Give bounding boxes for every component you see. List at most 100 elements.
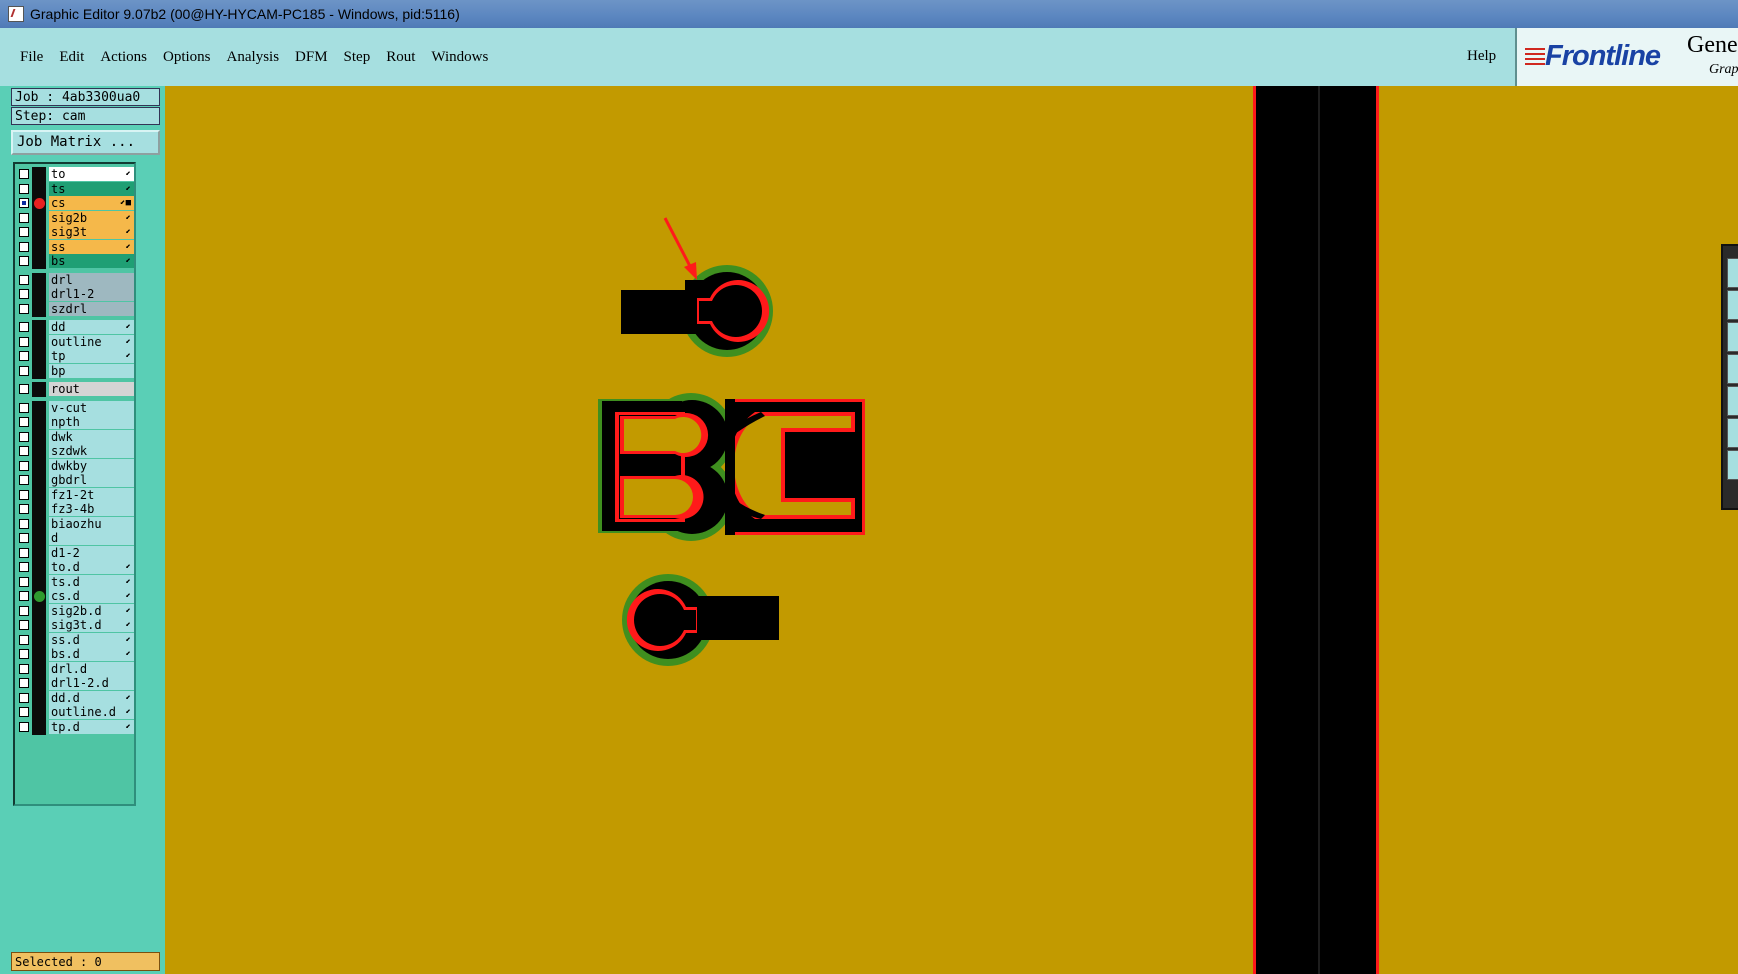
layer-color-slot[interactable] xyxy=(32,531,46,546)
layer-checkbox[interactable] xyxy=(19,649,29,659)
layer-checkbox[interactable] xyxy=(19,460,29,471)
menu-help[interactable]: Help xyxy=(1467,48,1496,65)
layer-name[interactable]: ss.d xyxy=(49,632,134,647)
layer-row-bp[interactable]: bp xyxy=(15,363,135,379)
layer-row-bs[interactable]: bs ⬋ xyxy=(15,254,135,269)
layer-name[interactable]: sig2b.d xyxy=(49,603,134,618)
layer-checkbox[interactable] xyxy=(19,576,29,587)
layer-checkbox[interactable] xyxy=(19,605,29,616)
layer-name[interactable]: to.d xyxy=(49,560,134,574)
layer-color-slot[interactable] xyxy=(32,676,46,691)
layer-checkbox[interactable] xyxy=(19,417,29,427)
layer-color-slot[interactable] xyxy=(32,181,46,197)
graphic-canvas[interactable] xyxy=(165,86,1738,974)
menu-actions[interactable]: Actions xyxy=(100,49,147,66)
layer-name[interactable]: drl.d xyxy=(49,661,134,676)
layer-checkbox[interactable] xyxy=(19,384,29,394)
layer-name[interactable]: dd xyxy=(49,320,134,334)
layer-name[interactable]: szdwk xyxy=(49,444,134,458)
layer-color-slot[interactable] xyxy=(32,618,46,633)
layer-row-sig3t.d[interactable]: sig3t.d ⬋ xyxy=(15,618,135,633)
layer-color-slot[interactable] xyxy=(32,690,46,706)
menu-analysis[interactable]: Analysis xyxy=(227,49,280,66)
layer-row-szdwk[interactable]: szdwk xyxy=(15,444,135,459)
layer-row-cs.d[interactable]: cs.d ⬋ xyxy=(15,589,135,604)
layer-name[interactable]: dwk xyxy=(49,429,134,444)
layer-name[interactable]: tp.d xyxy=(49,719,134,734)
layer-checkbox[interactable] xyxy=(19,533,29,543)
pad-bottom[interactable] xyxy=(622,574,779,666)
layer-row-tp.d[interactable]: tp.d ⬋ xyxy=(15,719,135,735)
layer-name[interactable]: d xyxy=(49,531,134,545)
layer-checkbox[interactable] xyxy=(19,289,29,299)
pad-top[interactable] xyxy=(621,265,773,357)
layer-row-drl.d[interactable]: drl.d xyxy=(15,661,135,677)
layer-color-slot[interactable] xyxy=(32,225,46,240)
layer-color-slot[interactable] xyxy=(32,382,46,397)
layer-color-slot[interactable] xyxy=(32,574,46,590)
layer-color-slot[interactable] xyxy=(32,473,46,488)
layer-checkbox[interactable] xyxy=(19,518,29,529)
layer-color-slot[interactable] xyxy=(32,320,46,335)
layer-name[interactable]: rout xyxy=(49,382,134,396)
layer-color-slot[interactable] xyxy=(32,301,46,317)
layer-row-outline[interactable]: outline ⬋ xyxy=(15,334,135,350)
pad-middle-bg-shape[interactable] xyxy=(598,393,865,541)
layer-color-slot[interactable] xyxy=(32,239,46,255)
layer-color-slot[interactable] xyxy=(32,167,46,182)
layer-color-slot[interactable] xyxy=(32,349,46,364)
layer-name[interactable]: szdrl xyxy=(49,301,134,316)
layer-checkbox[interactable] xyxy=(19,241,29,252)
layer-row-fz1-2t[interactable]: fz1-2t xyxy=(15,487,135,503)
menu-edit[interactable]: Edit xyxy=(59,49,84,66)
layer-row-to.d[interactable]: to.d ⬋ xyxy=(15,560,135,575)
layer-name[interactable]: bs xyxy=(49,254,134,268)
layer-color-slot[interactable] xyxy=(32,458,46,474)
layer-color-slot[interactable] xyxy=(32,719,46,735)
layer-row-d[interactable]: d xyxy=(15,531,135,546)
layer-checkbox[interactable] xyxy=(19,562,29,572)
layer-row-cs[interactable]: cs ⬋■ xyxy=(15,196,135,211)
layer-row-bs.d[interactable]: bs.d ⬋ xyxy=(15,647,135,662)
layer-color-slot[interactable] xyxy=(32,545,46,561)
layer-name[interactable]: gbdrl xyxy=(49,473,134,487)
layer-row-tp[interactable]: tp ⬋ xyxy=(15,349,135,364)
layer-row-ss.d[interactable]: ss.d ⬋ xyxy=(15,632,135,648)
layer-name[interactable]: bp xyxy=(49,363,134,378)
floating-toolbar-edge[interactable] xyxy=(1721,244,1738,510)
layer-color-slot[interactable] xyxy=(32,603,46,619)
layer-color-slot[interactable] xyxy=(32,560,46,575)
layer-checkbox[interactable] xyxy=(19,721,29,732)
layer-checkbox[interactable] xyxy=(19,303,29,314)
layer-color-slot[interactable] xyxy=(32,632,46,648)
layer-color-slot[interactable] xyxy=(32,334,46,350)
layer-name[interactable]: sig2b xyxy=(49,210,134,225)
layer-checkbox[interactable] xyxy=(19,707,29,717)
menu-windows[interactable]: Windows xyxy=(431,49,488,66)
layer-row-d1-2[interactable]: d1-2 xyxy=(15,545,135,561)
layer-color-slot[interactable] xyxy=(32,502,46,517)
layer-row-biaozhu[interactable]: biaozhu xyxy=(15,516,135,532)
layer-checkbox[interactable] xyxy=(19,183,29,194)
layer-color-slot[interactable] xyxy=(32,516,46,532)
layer-row-dwkby[interactable]: dwkby xyxy=(15,458,135,474)
layer-row-npth[interactable]: npth xyxy=(15,415,135,430)
layer-checkbox[interactable] xyxy=(19,212,29,223)
layer-name[interactable]: ts.d xyxy=(49,574,134,589)
layer-name[interactable]: cs.d xyxy=(49,589,134,603)
layer-color-slot[interactable] xyxy=(32,705,46,720)
layer-color-slot[interactable] xyxy=(32,444,46,459)
layer-row-drl1-2.d[interactable]: drl1-2.d xyxy=(15,676,135,691)
layer-row-gbdrl[interactable]: gbdrl xyxy=(15,473,135,488)
layer-name[interactable]: to xyxy=(49,167,134,181)
layer-row-ss[interactable]: ss ⬋ xyxy=(15,239,135,255)
layer-checkbox[interactable] xyxy=(19,322,29,332)
menu-file[interactable]: File xyxy=(20,49,43,66)
layer-row-sig2b[interactable]: sig2b ⬋ xyxy=(15,210,135,226)
layer-checkbox[interactable] xyxy=(19,198,29,208)
layer-name[interactable]: drl1-2.d xyxy=(49,676,134,690)
layer-checkbox[interactable] xyxy=(19,489,29,500)
layer-name[interactable]: dd.d xyxy=(49,690,134,705)
layer-color-slot[interactable] xyxy=(32,287,46,302)
layer-name[interactable]: biaozhu xyxy=(49,516,134,531)
